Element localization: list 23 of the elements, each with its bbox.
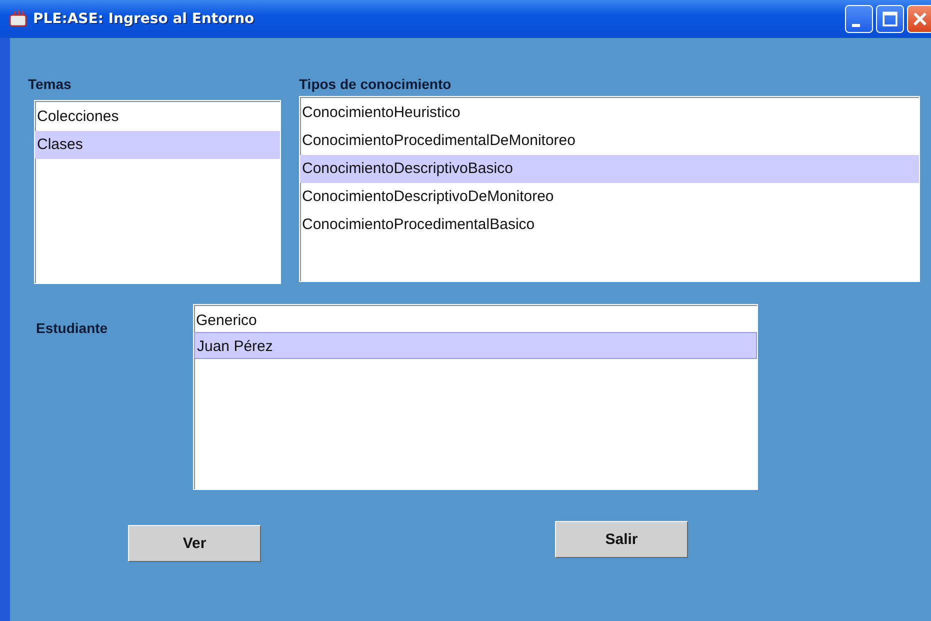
- exit-button[interactable]: Salir: [555, 521, 688, 558]
- section-label: Temas: [28, 76, 72, 94]
- close-button[interactable]: [907, 5, 931, 33]
- view-button[interactable]: Ver: [128, 525, 261, 562]
- list-item[interactable]: Clases: [35, 131, 280, 159]
- list-item[interactable]: ConocimientoProcedimentalBasico: [300, 211, 919, 239]
- minimize-icon: [852, 24, 860, 26]
- field-label: Estudiante: [36, 320, 109, 338]
- topic-list[interactable]: Colecciones Clases: [34, 100, 281, 284]
- section-label: Tipos de conocimiento: [299, 76, 452, 94]
- app-icon: [8, 9, 28, 29]
- knowledge-type-list[interactable]: ConocimientoHeuristico ConocimientoProcedimentalDeMonitoreo ConocimientoDescriptivoBasico ConocimientoDescriptivoDeMonitoreo ConocimientoProcedimentalBasico: [299, 96, 920, 282]
- list-item[interactable]: ConocimientoProcedimentalDeMonitoreo: [300, 127, 919, 155]
- minimize-button[interactable]: [845, 5, 873, 33]
- student-list[interactable]: Generico Juan Pérez: [193, 304, 758, 490]
- list-item[interactable]: ConocimientoHeuristico: [300, 99, 919, 127]
- list-item[interactable]: Colecciones: [35, 103, 280, 131]
- list-item[interactable]: ConocimientoDescriptivoDeMonitoreo: [300, 183, 919, 211]
- maximize-button[interactable]: [876, 5, 904, 33]
- list-item[interactable]: ConocimientoDescriptivoBasico: [300, 155, 919, 183]
- list-item[interactable]: Juan Pérez: [194, 332, 757, 359]
- window-title: PLE:ASE: Ingreso al Entorno: [33, 11, 254, 27]
- list-item[interactable]: Generico: [194, 309, 757, 332]
